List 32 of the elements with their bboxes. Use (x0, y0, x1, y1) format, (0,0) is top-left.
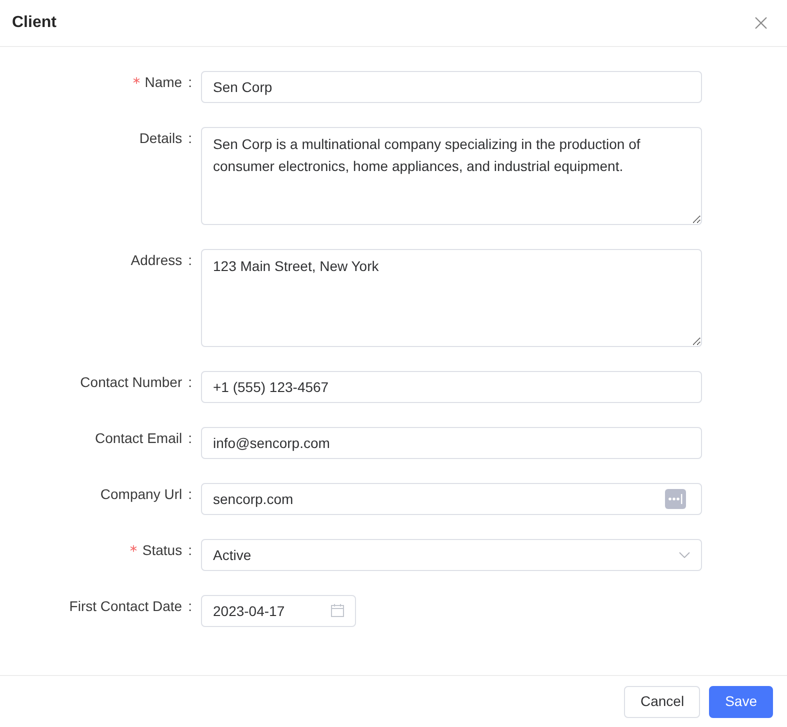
label-colon: : (188, 72, 192, 92)
ellipsis-icon[interactable] (665, 489, 686, 509)
field-label: Details (139, 128, 182, 148)
label-colon: : (188, 596, 192, 616)
close-button[interactable] (755, 17, 767, 29)
label-colon: : (188, 484, 192, 504)
label-colon: : (188, 250, 192, 270)
text-field[interactable]: Sen Corp (201, 71, 702, 103)
text-area[interactable]: Sen Corp is a multinational company specializing in the production of consumer electronics, home appliances, and industrial equipment. (201, 127, 702, 225)
date-field[interactable]: 2023-04-17 (201, 595, 356, 627)
url-field[interactable]: sencorp.com (201, 483, 702, 515)
save-button[interactable]: Save (709, 686, 773, 718)
field-label: Company Url (100, 484, 182, 504)
close-icon (755, 17, 767, 29)
cancel-button[interactable]: Cancel (624, 686, 700, 718)
label-colon: : (188, 540, 192, 560)
field-label: Name (144, 72, 182, 92)
calendar-icon (331, 604, 344, 617)
field-label: Contact Email (94, 428, 182, 448)
field-label: Address (130, 250, 182, 270)
field-label: Contact Number (80, 372, 182, 392)
status-select[interactable]: Active (201, 539, 702, 571)
label-colon: : (188, 128, 192, 148)
dialog-title: Client (12, 13, 56, 33)
text-area[interactable]: 123 Main Street, New York (201, 249, 702, 347)
text-field[interactable]: +1 (555) 123-4567 (201, 371, 702, 403)
chevron-down-icon (679, 552, 690, 558)
field-label: First Contact Date (69, 596, 182, 616)
text-field[interactable]: info@sencorp.com (201, 427, 702, 459)
label-colon: : (188, 372, 192, 392)
label-colon: : (188, 428, 192, 448)
field-label: Status (142, 540, 182, 560)
